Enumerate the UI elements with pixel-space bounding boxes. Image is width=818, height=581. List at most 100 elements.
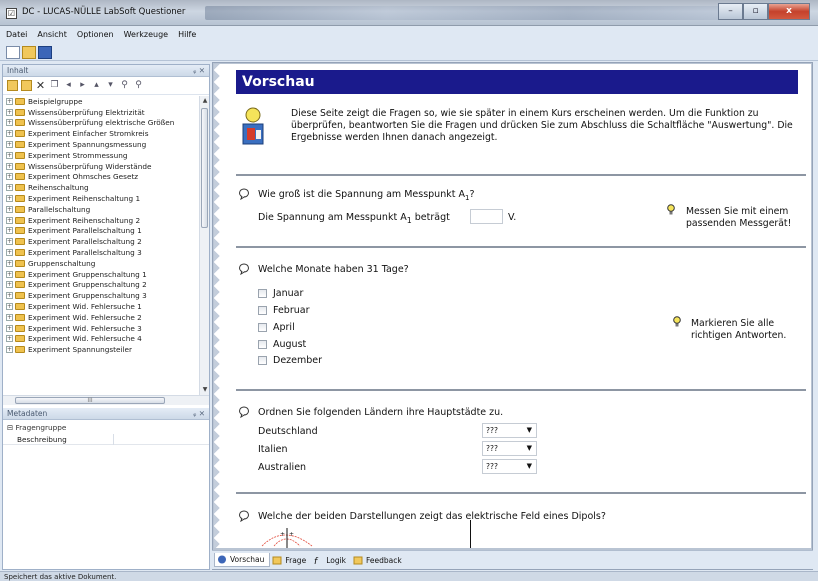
tree-item[interactable]: + Reihenschaltung: [3, 182, 199, 193]
tree-horizontal-scrollbar[interactable]: III: [3, 395, 209, 405]
tree-item[interactable]: + Beispielgruppe: [3, 96, 199, 107]
option-januar[interactable]: Januar: [258, 288, 303, 299]
expand-icon[interactable]: +: [6, 238, 13, 246]
option-dezember[interactable]: Dezember: [258, 355, 322, 366]
expand-icon[interactable]: +: [6, 151, 13, 159]
maximize-button[interactable]: ▫: [743, 3, 768, 20]
tree-item[interactable]: + Wissensüberprüfung Widerstände: [3, 161, 199, 172]
checkbox[interactable]: [258, 306, 267, 315]
expand-icon[interactable]: +: [6, 195, 13, 203]
scroll-thumb[interactable]: [201, 108, 208, 228]
capital-select[interactable]: ??? ▼: [482, 441, 537, 456]
tree-item[interactable]: + Experiment Wid. Fehlersuche 2: [3, 312, 199, 323]
tree-item[interactable]: + Experiment Gruppenschaltung 2: [3, 280, 199, 291]
tree-item[interactable]: + Experiment Wid. Fehlersuche 3: [3, 323, 199, 334]
tree-item[interactable]: + Wissensüberprüfung elektrische Größen: [3, 118, 199, 129]
metadata-pin-close[interactable]: ᵩ ✕: [193, 408, 205, 420]
tree-item[interactable]: + Experiment Parallelschaltung 2: [3, 236, 199, 247]
tree-item[interactable]: + Experiment Ohmsches Gesetz: [3, 172, 199, 183]
checkbox[interactable]: [258, 356, 267, 365]
arrow-down-icon[interactable]: ▾: [105, 80, 116, 91]
menu-optionen[interactable]: Optionen: [77, 27, 114, 43]
filter-clear-icon[interactable]: ⚲: [133, 80, 144, 91]
tree-item[interactable]: + Experiment Strommessung: [3, 150, 199, 161]
add-folder-icon[interactable]: [7, 80, 18, 91]
tree-item[interactable]: + Wissensüberprüfung Elektrizität: [3, 107, 199, 118]
capital-select[interactable]: ??? ▼: [482, 459, 537, 474]
arrow-left-icon[interactable]: ◂: [63, 80, 74, 91]
hscroll-thumb[interactable]: III: [15, 397, 165, 404]
expand-icon[interactable]: +: [6, 346, 13, 354]
chevron-down-icon[interactable]: ▼: [527, 460, 532, 473]
tree-item[interactable]: + Gruppenschaltung: [3, 258, 199, 269]
delete-icon[interactable]: ✕: [35, 80, 46, 91]
expand-icon[interactable]: +: [6, 303, 13, 311]
close-button[interactable]: x: [768, 3, 810, 20]
tab-vorschau[interactable]: Vorschau: [214, 553, 271, 567]
filter-icon[interactable]: ⚲: [119, 80, 130, 91]
tree-item[interactable]: + Experiment Spannungsmessung: [3, 139, 199, 150]
scroll-up-icon[interactable]: ▲: [201, 97, 209, 105]
voltage-answer-input[interactable]: [470, 209, 503, 224]
tab-frage[interactable]: Frage: [270, 553, 311, 567]
save-icon[interactable]: [38, 45, 52, 59]
checkbox[interactable]: [258, 289, 267, 298]
expand-icon[interactable]: +: [6, 141, 13, 149]
expand-icon[interactable]: +: [6, 324, 13, 332]
expand-icon[interactable]: +: [6, 270, 13, 278]
expand-icon[interactable]: +: [6, 259, 13, 267]
copy-icon[interactable]: ❐: [49, 80, 60, 91]
new-document-icon[interactable]: [6, 45, 20, 59]
metadata-group-row[interactable]: ⊟ Fragengruppe: [3, 422, 209, 433]
open-folder-icon[interactable]: [22, 45, 36, 59]
add-question-icon[interactable]: [21, 80, 32, 91]
expand-icon[interactable]: +: [6, 162, 13, 170]
tab-feedback[interactable]: Feedback: [351, 553, 407, 567]
tree-item[interactable]: + Experiment Wid. Fehlersuche 4: [3, 334, 199, 345]
option-august[interactable]: August: [258, 339, 306, 350]
expand-icon[interactable]: +: [6, 227, 13, 235]
expand-icon[interactable]: +: [6, 184, 13, 192]
preview-content[interactable]: Vorschau Diese Seite zeigt die Fragen so…: [226, 64, 811, 548]
checkbox[interactable]: [258, 340, 267, 349]
menu-werkzeuge[interactable]: Werkzeuge: [124, 27, 168, 43]
expand-icon[interactable]: +: [6, 313, 13, 321]
expand-icon[interactable]: +: [6, 130, 13, 138]
tree-item[interactable]: + Experiment Gruppenschaltung 1: [3, 269, 199, 280]
chevron-down-icon[interactable]: ▼: [527, 424, 532, 437]
menu-ansicht[interactable]: Ansicht: [37, 27, 67, 43]
expand-icon[interactable]: +: [6, 249, 13, 257]
arrow-right-icon[interactable]: ▸: [77, 80, 88, 91]
content-pane-pin-close[interactable]: ᵩ ✕: [193, 65, 205, 77]
tree-item[interactable]: + Experiment Parallelschaltung 3: [3, 247, 199, 258]
expand-icon[interactable]: +: [6, 335, 13, 343]
expand-icon[interactable]: +: [6, 205, 13, 213]
tree-item[interactable]: + Experiment Reihenschaltung 1: [3, 193, 199, 204]
tree-item[interactable]: + Experiment Gruppenschaltung 3: [3, 290, 199, 301]
tree-vertical-scrollbar[interactable]: ▲ ▼: [199, 96, 209, 395]
tree-item[interactable]: + Experiment Spannungsteiler: [3, 344, 199, 355]
menu-hilfe[interactable]: Hilfe: [178, 27, 196, 43]
capital-select[interactable]: ??? ▼: [482, 423, 537, 438]
option-april[interactable]: April: [258, 322, 295, 333]
checkbox[interactable]: [258, 323, 267, 332]
arrow-up-icon[interactable]: ▴: [91, 80, 102, 91]
chevron-down-icon[interactable]: ▼: [527, 442, 532, 455]
expand-icon[interactable]: +: [6, 292, 13, 300]
tree-item[interactable]: + Experiment Wid. Fehlersuche 1: [3, 301, 199, 312]
expand-icon[interactable]: +: [6, 281, 13, 289]
tab-logik[interactable]: f Logik: [311, 553, 351, 567]
expand-icon[interactable]: +: [6, 173, 13, 181]
metadata-property-row[interactable]: Beschreibung: [3, 434, 209, 445]
expand-icon[interactable]: +: [6, 108, 13, 116]
minimize-button[interactable]: –: [718, 3, 743, 20]
expand-icon[interactable]: +: [6, 119, 13, 127]
expand-icon[interactable]: +: [6, 97, 13, 105]
scroll-down-icon[interactable]: ▼: [201, 386, 209, 394]
tree-item[interactable]: + Parallelschaltung: [3, 204, 199, 215]
tree-item[interactable]: + Experiment Parallelschaltung 1: [3, 226, 199, 237]
menu-datei[interactable]: Datei: [6, 27, 27, 43]
tree-item[interactable]: + Experiment Reihenschaltung 2: [3, 215, 199, 226]
expand-icon[interactable]: +: [6, 216, 13, 224]
tree-item[interactable]: + Experiment Einfacher Stromkreis: [3, 128, 199, 139]
